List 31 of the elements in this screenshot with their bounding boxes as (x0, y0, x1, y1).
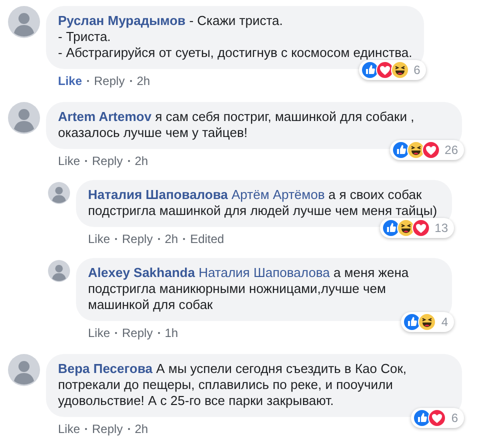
timestamp: 2h (164, 232, 178, 246)
comment-text: Наталия Шаповалова Артём Артёмов а я своих собак подстригла машинкой для людей лучше чем меня тайцы) (88, 187, 438, 218)
like-link[interactable]: Like (58, 154, 80, 168)
timestamp: 2h (136, 74, 150, 88)
avatar[interactable] (48, 182, 70, 204)
timestamp: 1h (164, 326, 178, 340)
reply-link[interactable]: Reply (94, 74, 125, 88)
edited-label: Edited (190, 232, 224, 246)
comment-text: Вера Песегова А мы успели сегодня съездить в Као Сок, потрекали до пещеры, сплавились по реке, и пооучили удовольствие! А с 25-го все парки закрывают. (58, 361, 407, 408)
like-link[interactable]: Like (88, 232, 110, 246)
comment-text: Руслан Мурадымов - Скажи триста. - Триста. - Абстрагируйся от суеты, достигнув с космосом единства. (58, 13, 412, 60)
like-link[interactable]: Like (88, 326, 110, 340)
reactions-badge[interactable]: 6 (411, 408, 464, 428)
avatar[interactable] (8, 102, 40, 134)
reactions-badge[interactable]: 4 (401, 312, 454, 332)
reply-link[interactable]: Reply (92, 154, 123, 168)
like-link[interactable]: Like (58, 74, 82, 88)
reply-link[interactable]: Reply (92, 422, 123, 436)
reply-link[interactable]: Reply (122, 326, 153, 340)
reactions-badge[interactable]: 13 (380, 218, 454, 238)
like-link[interactable]: Like (58, 422, 80, 436)
timestamp: 2h (134, 422, 148, 436)
reactions-badge[interactable]: 26 (390, 140, 464, 160)
reactions-badge[interactable]: 6 (358, 60, 426, 80)
comment-text: Alexey Sakhanda Наталия Шаповалова а меня жена подстригла маникюрными ножницами,лучше чем машинкой для собак (88, 265, 409, 312)
avatar[interactable] (8, 6, 40, 38)
reply-link[interactable]: Reply (122, 232, 153, 246)
avatar[interactable] (8, 354, 40, 386)
timestamp: 2h (134, 154, 148, 168)
avatar[interactable] (48, 260, 70, 282)
comment-text: Artem Artemov я сам себя постриг, машинкой для собаки , оказалось лучше чем у тайцев! (58, 109, 414, 140)
